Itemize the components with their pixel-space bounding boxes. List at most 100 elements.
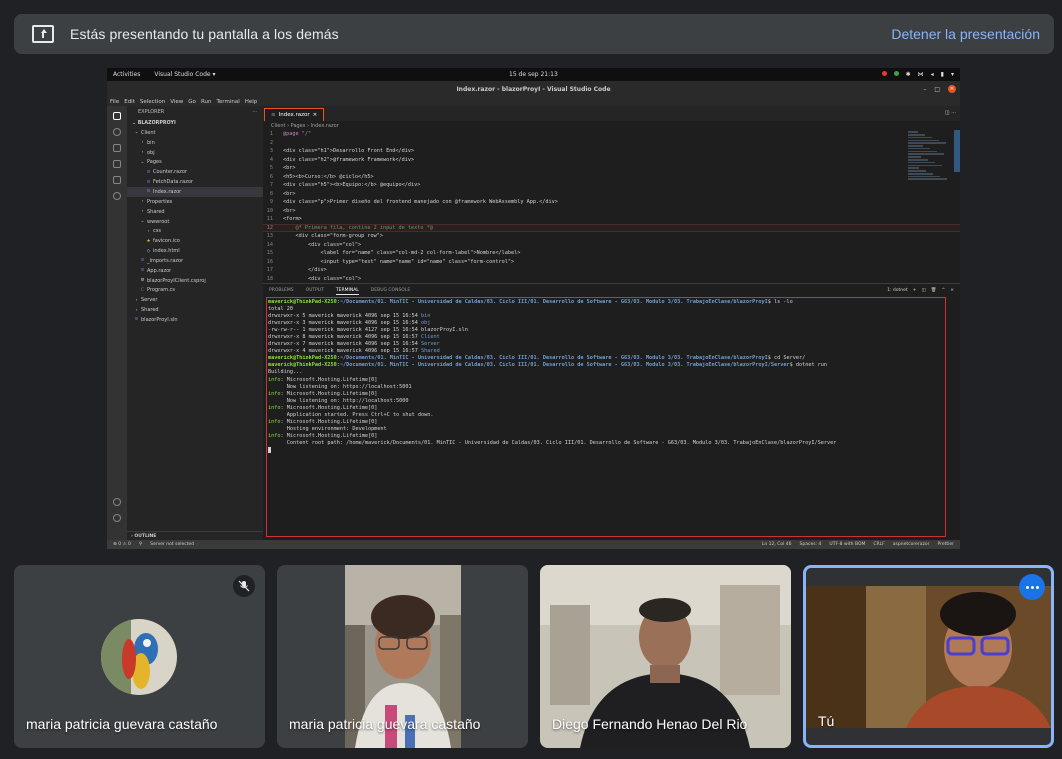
more-actions-icon[interactable]: ···: [252, 109, 257, 115]
tab-index-razor[interactable]: ≡ Index.razor ×: [264, 108, 325, 121]
clock[interactable]: 15 de sep 21:13: [509, 71, 558, 78]
tree-item-index-html[interactable]: ◇ index.html: [127, 246, 263, 256]
search-icon[interactable]: [113, 128, 121, 136]
code-line[interactable]: 8 <br>: [263, 190, 960, 199]
system-tray[interactable]: ✱ ⋈ ◂ ▮ ▾: [881, 71, 954, 78]
source-control-icon[interactable]: [113, 144, 121, 152]
close-icon[interactable]: ✕: [948, 85, 956, 93]
trash-icon[interactable]: 🗑: [931, 288, 937, 293]
status-item[interactable]: Prettier: [937, 542, 954, 547]
status-item[interactable]: ⚲: [139, 542, 142, 547]
participant-tile-self[interactable]: Tú: [803, 565, 1054, 748]
menu-item-view[interactable]: View: [170, 99, 183, 105]
code-line[interactable]: 15 <label for="name" class="col-md-2 col…: [263, 249, 960, 258]
minimap-line: [908, 172, 933, 175]
split-terminal-icon[interactable]: ◫: [921, 288, 925, 293]
maximize-panel-icon[interactable]: ^: [941, 288, 945, 293]
status-item[interactable]: ⊗ 0 ⚠ 0: [113, 542, 131, 547]
close-tab-icon[interactable]: ×: [313, 112, 318, 118]
code-line[interactable]: 13 <div class="form-group row">: [263, 232, 960, 241]
minimize-icon[interactable]: –: [923, 86, 926, 93]
tree-item-index-razor[interactable]: ≡ Index.razor: [127, 187, 263, 197]
status-item[interactable]: Server not selected: [150, 542, 194, 547]
code-line[interactable]: 17 </div>: [263, 266, 960, 275]
breadcrumb[interactable]: Client › Pages › Index.razor: [263, 121, 960, 130]
tree-item-program-cs[interactable]: C Program.cs: [127, 286, 263, 296]
menu-item-run[interactable]: Run: [201, 99, 212, 105]
split-editor-icon[interactable]: ◫ ···: [945, 110, 956, 116]
status-item[interactable]: CRLF: [873, 542, 884, 547]
tree-item-favicon-ico[interactable]: ★ favicon.ico: [127, 236, 263, 246]
code-line[interactable]: 10 <br>: [263, 207, 960, 216]
tree-item-pages[interactable]: ⌄ Pages: [127, 158, 263, 168]
code-line[interactable]: 7 <div class="h5"><b>Equipo:</b> @equipo<…: [263, 181, 960, 190]
code-line[interactable]: 14 <div class="col">: [263, 241, 960, 250]
tree-item-counter-razor[interactable]: ≡ Counter.razor: [127, 167, 263, 177]
code-line[interactable]: 9 <div class="p">Primer diseño del fronte…: [263, 198, 960, 207]
menu-item-terminal[interactable]: Terminal: [216, 99, 239, 105]
code-line[interactable]: 4 <div class="h2">@framework Framework</d…: [263, 156, 960, 165]
terminal-dirname: Server: [421, 341, 440, 348]
status-item[interactable]: Spaces: 4: [800, 542, 822, 547]
more-options-button[interactable]: [1019, 574, 1045, 600]
code-line[interactable]: 2: [263, 139, 960, 148]
tree-item-server[interactable]: › Server: [127, 295, 263, 305]
tree-item-shared[interactable]: › Shared: [127, 305, 263, 315]
tab-output[interactable]: OUTPUT: [306, 288, 324, 293]
code-line[interactable]: 5 <br>: [263, 164, 960, 173]
tree-item-fetchdata-razor[interactable]: ≡ FetchData.razor: [127, 177, 263, 187]
add-terminal-icon[interactable]: +: [913, 288, 917, 293]
menu-item-edit[interactable]: Edit: [124, 99, 135, 105]
app-menu[interactable]: Visual Studio Code ▾: [154, 71, 215, 78]
tab-problems[interactable]: PROBLEMS: [269, 288, 294, 293]
participant-tile[interactable]: maria patricia guevara castaño: [277, 565, 528, 748]
minimap[interactable]: [902, 130, 960, 283]
tree-item-obj[interactable]: › obj: [127, 148, 263, 158]
maximize-icon[interactable]: □: [934, 86, 940, 93]
tree-item-bin[interactable]: › bin: [127, 138, 263, 148]
account-icon[interactable]: [113, 498, 121, 506]
tree-item-wwwroot[interactable]: ⌄ wwwroot: [127, 217, 263, 227]
extensions-icon[interactable]: [113, 176, 121, 184]
outline-section[interactable]: › OUTLINE: [127, 531, 263, 540]
remote-explorer-icon[interactable]: [113, 192, 121, 200]
code-line[interactable]: 1 @page "/": [263, 130, 960, 139]
explorer-icon[interactable]: [113, 112, 121, 120]
participant-tile[interactable]: Diego Fernando Henao Del Rio: [540, 565, 791, 748]
stop-presenting-button[interactable]: Detener la presentación: [891, 26, 1040, 42]
tree-item-blazorproyiclient-csproj[interactable]: ⚙ blazorProyIClient.csproj: [127, 276, 263, 286]
menu-item-selection[interactable]: Selection: [140, 99, 165, 105]
code-editor[interactable]: 1 @page "/" 2 3 <div class="h1">Desarrollo F…: [263, 130, 960, 283]
code-line[interactable]: 3 <div class="h1">Desarrollo Front End</d…: [263, 147, 960, 156]
menu-item-help[interactable]: Help: [245, 99, 258, 105]
code-line[interactable]: 11 <form>: [263, 215, 960, 224]
tree-item-css[interactable]: › css: [127, 226, 263, 236]
code-line[interactable]: 12 @* Primera fila, contine 2 input de t…: [263, 223, 960, 232]
code-line[interactable]: 18 <div class="col">: [263, 275, 960, 284]
terminal-select[interactable]: 1: dotnet: [887, 288, 908, 293]
menu-item-go[interactable]: Go: [188, 99, 196, 105]
activities-button[interactable]: Activities: [113, 71, 140, 78]
tree-item-properties[interactable]: › Properties: [127, 197, 263, 207]
tree-item--imports-razor[interactable]: ≡ _Imports.razor: [127, 256, 263, 266]
settings-gear-icon[interactable]: [113, 514, 121, 522]
tree-item-blazorproyi-sln[interactable]: ≡ blazorProyI.sln: [127, 315, 263, 325]
project-header[interactable]: ⌄ BLAZORPROYI: [127, 118, 263, 128]
terminal-output[interactable]: maverick@ThinkPad-X250:~/Documents/01. M…: [266, 297, 946, 537]
menu-item-file[interactable]: File: [110, 99, 119, 105]
status-item[interactable]: Ln 12, Col 46: [762, 542, 792, 547]
tab-debug-console[interactable]: DEBUG CONSOLE: [371, 288, 410, 293]
tree-item-client[interactable]: ⌄ Client: [127, 128, 263, 138]
tree-item-app-razor[interactable]: ≡ App.razor: [127, 266, 263, 276]
run-debug-icon[interactable]: [113, 160, 121, 168]
tree-item-shared[interactable]: › Shared: [127, 207, 263, 217]
code-line[interactable]: 16 <input type="text" name="name" id="na…: [263, 258, 960, 267]
tab-terminal[interactable]: TERMINAL: [335, 287, 359, 295]
status-item[interactable]: UTF-8 with BOM: [829, 542, 865, 547]
minimap-scrollbar[interactable]: [954, 130, 960, 172]
participant-tile[interactable]: maria patricia guevara castaño: [14, 565, 265, 748]
close-panel-icon[interactable]: ×: [950, 288, 954, 293]
status-item[interactable]: aspnetcorerazor: [893, 542, 930, 547]
code-line[interactable]: 6 <h5><b>Curso:</b> @ciclo</h5>: [263, 173, 960, 182]
tree-item-label: blazorProyI.sln: [141, 316, 178, 323]
